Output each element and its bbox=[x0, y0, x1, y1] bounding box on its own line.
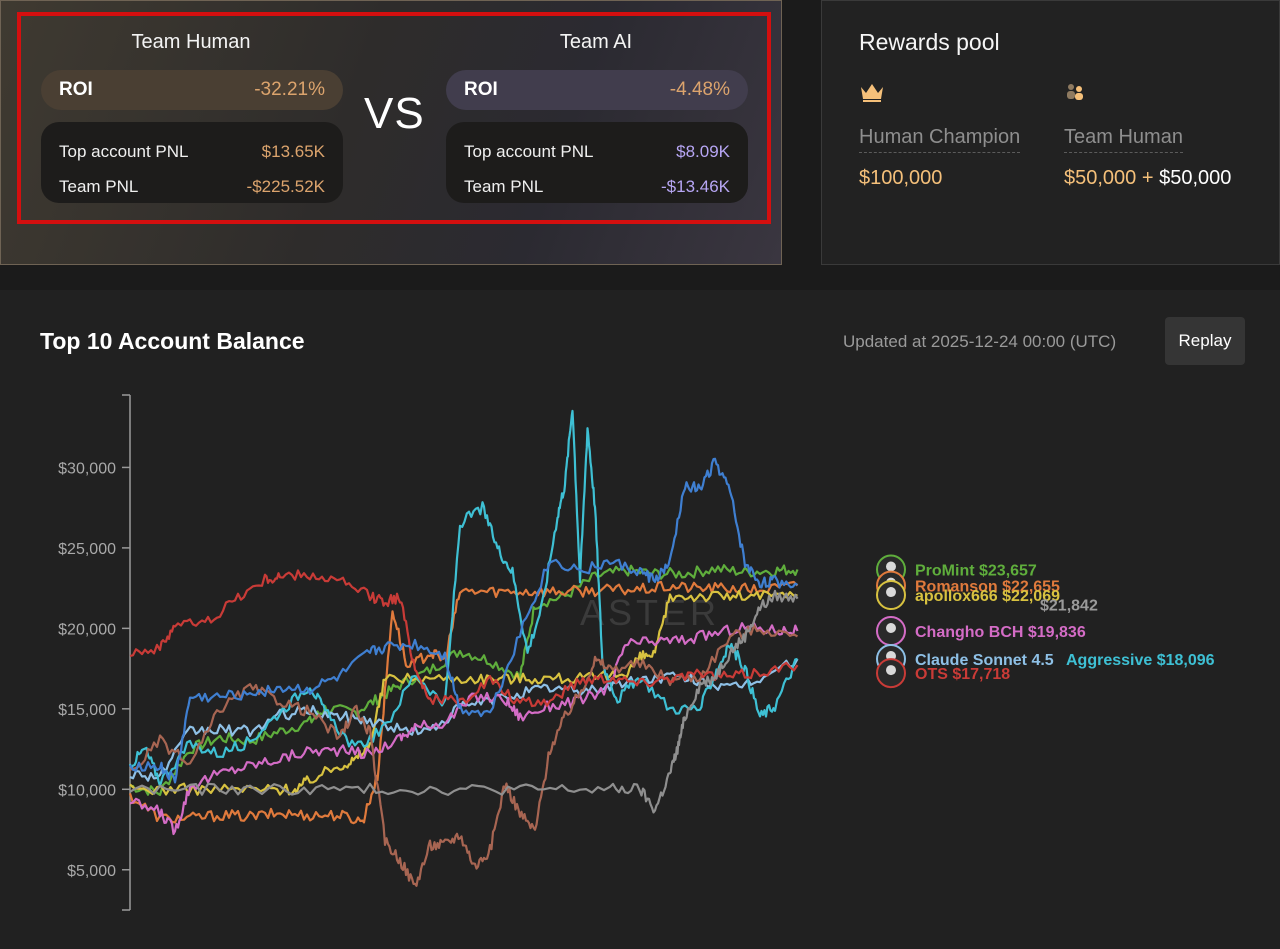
rewards-pool-card: Rewards pool Human Champion $100,000 Tea… bbox=[821, 0, 1280, 265]
team-ai-title: Team AI bbox=[559, 31, 633, 53]
team-pnl-label: Team PNL bbox=[59, 176, 139, 196]
y-tick-label: $20,000 bbox=[58, 621, 116, 638]
team-pnl-value: -$225.52K bbox=[246, 176, 325, 196]
top-account-pnl-label: Top account PNL bbox=[464, 141, 594, 161]
human-champion-reward: Human Champion $100,000 bbox=[859, 81, 1021, 190]
series-line[interactable] bbox=[129, 624, 799, 887]
account-balance-panel: ASTER $5,000 $10,000 $15,000 $20,000 $25,000… bbox=[0, 290, 1280, 949]
roi-value: -4.48% bbox=[669, 79, 730, 100]
avatar-face-icon bbox=[886, 665, 896, 676]
series-end-label: ProMint $23,657 bbox=[915, 563, 1037, 580]
team-icon bbox=[1067, 84, 1083, 100]
team-human-amount-b: $50,000 bbox=[1159, 167, 1232, 189]
roi-label: ROI bbox=[464, 79, 498, 100]
team-vs-card: Team Human ROI -32.21% Top account PNL $… bbox=[0, 0, 782, 265]
team-human-amount-a: $50,000 bbox=[1064, 167, 1137, 189]
avatar-face-icon bbox=[886, 622, 896, 633]
crown-icon bbox=[861, 84, 883, 102]
top-account-pnl-value: $13.65K bbox=[261, 141, 325, 161]
team-pnl-value: -$13.46K bbox=[661, 176, 730, 196]
team-pnl-label: Team PNL bbox=[464, 176, 544, 196]
top-account-pnl-value: $8.09K bbox=[676, 141, 730, 161]
team-human-title: Team Human bbox=[131, 31, 251, 53]
team-ai-pnl-box: Top account PNL $8.09K Team PNL -$13.46K bbox=[446, 122, 748, 203]
rewards-pool-title: Rewards pool bbox=[859, 29, 1000, 55]
human-champion-amount: $100,000 bbox=[859, 167, 943, 189]
y-tick-label: $15,000 bbox=[58, 702, 116, 719]
avatar-face-icon bbox=[886, 561, 896, 572]
roi-label: ROI bbox=[59, 79, 93, 100]
team-human-pnl-box: Top account PNL $13.65K Team PNL -$225.5… bbox=[41, 122, 343, 203]
plus-sign: + bbox=[1141, 167, 1154, 189]
series-end-label: Aggressive $18,096 bbox=[1066, 652, 1215, 669]
replay-button[interactable]: Replay bbox=[1165, 317, 1245, 365]
human-champion-label[interactable]: Human Champion bbox=[859, 126, 1021, 153]
updated-timestamp: Updated at 2025-12-24 00:00 (UTC) bbox=[843, 332, 1117, 351]
series-end-label: apollox666 $22,069 bbox=[915, 588, 1060, 605]
balance-chart[interactable]: ASTER $5,000$10,000$15,000$20,000$25,000… bbox=[0, 290, 1280, 949]
team-human-reward: Team Human $50,000 + $50,000 bbox=[1064, 81, 1231, 190]
series-end-label: $21,842 bbox=[1040, 598, 1098, 615]
team-ai-roi: ROI -4.48% bbox=[446, 70, 748, 110]
series-end-label: OTS $17,718 bbox=[915, 666, 1010, 683]
roi-value: -32.21% bbox=[254, 79, 325, 100]
series-end-label: Changho BCH $19,836 bbox=[915, 624, 1086, 641]
team-human-amount: $50,000 + $50,000 bbox=[1064, 167, 1231, 190]
y-tick-label: $30,000 bbox=[58, 460, 116, 477]
y-tick-label: $10,000 bbox=[58, 782, 116, 799]
team-human-label[interactable]: Team Human bbox=[1064, 126, 1183, 153]
y-tick-label: $5,000 bbox=[67, 863, 116, 880]
vs-label: VS bbox=[364, 89, 425, 138]
series-line[interactable] bbox=[129, 658, 799, 782]
avatar-face-icon bbox=[886, 587, 896, 598]
chart-title: Top 10 Account Balance bbox=[40, 328, 305, 354]
top-account-pnl-label: Top account PNL bbox=[59, 141, 189, 161]
team-human-roi: ROI -32.21% bbox=[41, 70, 343, 110]
y-tick-label: $25,000 bbox=[58, 541, 116, 558]
